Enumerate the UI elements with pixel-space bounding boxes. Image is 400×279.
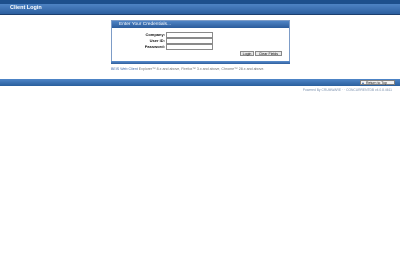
login-panel-title: Enter Your Credentials... (119, 21, 171, 27)
password-label: Password: (144, 44, 165, 49)
clear-fields-button[interactable]: Clear Fields (255, 51, 282, 56)
login-button[interactable]: Login (240, 51, 254, 56)
login-panel-footer (111, 61, 290, 64)
company-label: Company: (145, 32, 165, 37)
page-header-bar: Client Login (0, 4, 400, 15)
browser-support-text: Explorer™ 8.x and above, Firefox™ 3.x an… (138, 67, 265, 71)
return-to-top-label: Return to Top (365, 81, 387, 85)
up-arrow-icon: ▲ (361, 81, 365, 85)
return-to-top-button[interactable]: ▲ Return to Top (360, 80, 395, 85)
login-panel-header: Enter Your Credentials... (112, 21, 289, 28)
user-id-label: User ID: (149, 38, 165, 43)
powered-by-text: Powered By CRUMWARE · · CONCURRENTDB v4.… (302, 88, 392, 92)
browser-support-note: BEIS Web Client Explorer™ 8.x and above,… (111, 67, 291, 71)
client-name-link[interactable]: BEIS Web Client (111, 67, 138, 71)
password-input[interactable] (166, 44, 213, 50)
bottom-bar (0, 79, 400, 86)
page-title: Client Login (10, 5, 42, 11)
